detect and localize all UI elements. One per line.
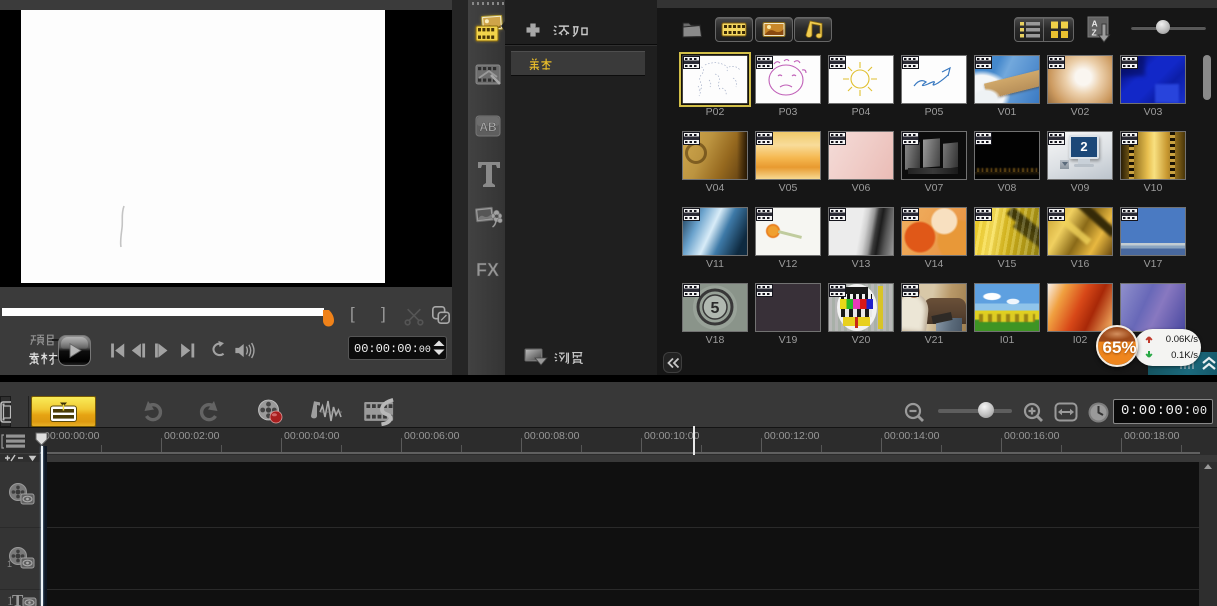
svg-text:5: 5 bbox=[711, 300, 720, 317]
svg-text:AB: AB bbox=[479, 120, 497, 134]
svg-text:T: T bbox=[12, 592, 24, 606]
svg-text:Z: Z bbox=[1092, 28, 1097, 38]
svg-text:FX: FX bbox=[476, 260, 499, 280]
